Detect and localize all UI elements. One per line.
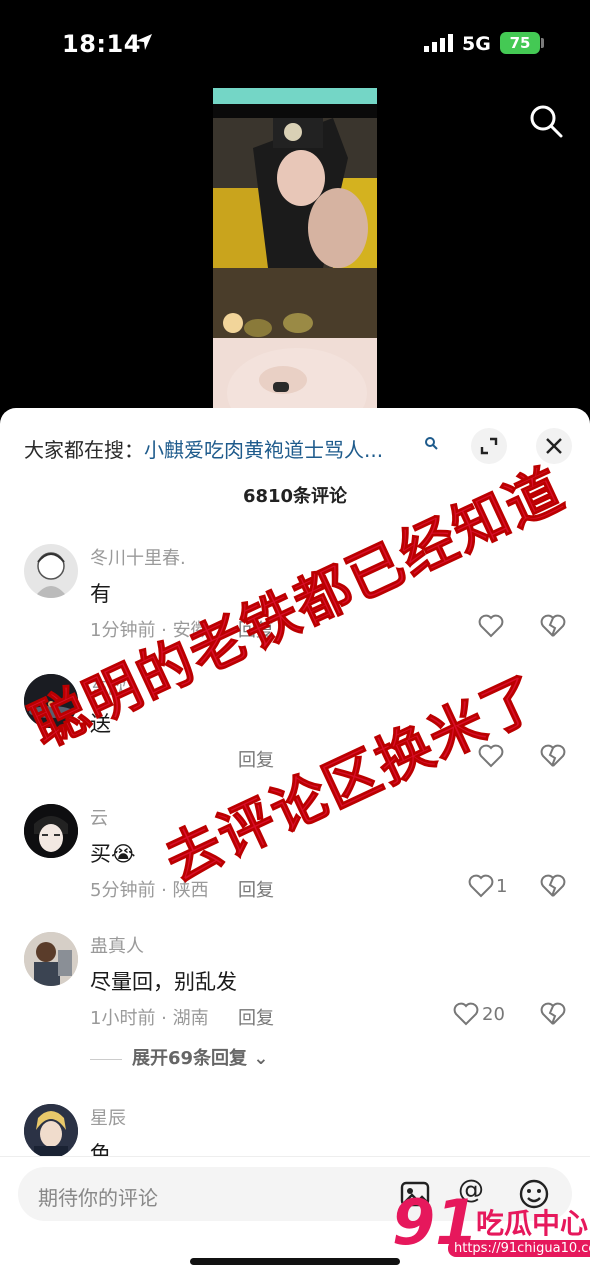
comment-meta: 1小时前 · 湖南 [90,1008,209,1029]
watermark-name: 吃瓜中心 [476,1207,589,1240]
broken-heart-icon[interactable] [540,744,566,768]
broken-heart-icon[interactable] [540,1002,566,1026]
search-icon[interactable] [527,102,565,140]
comment-text: 买😭 [90,842,136,866]
avatar[interactable] [24,674,78,728]
comment-meta: 1分钟前 · 安徽 [90,620,209,641]
fullscreen-button[interactable] [471,428,507,464]
reply-button[interactable]: 回复 [238,876,274,902]
heart-icon[interactable] [478,614,504,638]
comment-text: 送 [90,712,111,736]
battery-level: 75 [509,34,531,52]
comment-username[interactable]: 星辰 [90,1104,126,1130]
battery-cap [541,38,544,48]
close-button[interactable] [536,428,572,464]
home-indicator[interactable] [190,1258,400,1265]
watermark-logo: 91 吃瓜中心 https://91chigua10.com [392,1188,590,1268]
status-bar: 18:14 5G 75 [0,0,590,88]
comment-meta: 5分钟前 · 陕西 [90,880,209,901]
trending-query-link[interactable]: 小麒爱吃肉黄袍道士骂人... [144,438,383,462]
comment-text: 尽量回，别乱发 [90,970,237,994]
comment-count: 6810条评论 [242,486,348,507]
avatar[interactable] [24,544,78,598]
comment-username[interactable]: 蛊真人 [90,932,144,958]
video-frame-illustration [213,118,377,410]
expand-icon [480,437,498,455]
avatar[interactable] [24,932,78,986]
network-type: 5G [462,33,491,55]
like-count: 1 [496,876,508,897]
expand-replies-button[interactable]: 展开69条回复 ⌄ [90,1044,268,1070]
heart-icon[interactable] [478,744,504,768]
close-icon [546,438,562,454]
reply-button[interactable]: 回复 [238,616,274,642]
comment-item: 云 买😭 5分钟前 · 陕西 回复 1 [0,804,590,924]
trending-prefix: 大家都在搜： [24,438,144,462]
battery-icon: 75 [500,32,540,54]
broken-heart-icon[interactable] [540,874,566,898]
comment-username[interactable]: 东欧 [90,674,126,700]
signal-bars-icon [424,34,453,52]
expand-replies-label: 展开69条回复 [132,1048,248,1069]
comments-sheet: 大家都在搜：小麒爱吃肉黄袍道士骂人... 6810条评论 冬川十里春. 有 1分… [0,408,590,1280]
like-count: 20 [482,1004,505,1025]
comment-item: 冬川十里春. 有 1分钟前 · 安徽 回复 [0,544,590,664]
location-arrow-icon [136,34,152,50]
watermark-url: https://91chigua10.com [448,1240,590,1257]
comment-username[interactable]: 冬川十里春. [90,544,186,570]
chevron-down-icon: ⌄ [247,1048,269,1069]
status-time: 18:14 [62,30,141,58]
reply-button[interactable]: 回复 [238,1004,274,1030]
avatar[interactable] [24,1104,78,1158]
search-small-icon [425,437,438,450]
comment-input-placeholder: 期待你的评论 [38,1186,158,1210]
video-preview[interactable] [213,88,377,410]
avatar[interactable] [24,804,78,858]
screen: { "status_bar": {"time": "18:14", "netwo… [0,0,590,1280]
comment-text: 有 [90,582,111,606]
reply-button[interactable]: 回复 [238,746,274,772]
trending-search[interactable]: 大家都在搜：小麒爱吃肉黄袍道士骂人... [24,434,383,463]
comment-username[interactable]: 云 [90,804,108,830]
heart-icon[interactable] [468,874,494,898]
comment-item: 东欧 送 回复 [0,674,590,794]
comment-item: 蛊真人 尽量回，别乱发 1小时前 · 湖南 回复 20 [0,932,590,1052]
broken-heart-icon[interactable] [540,614,566,638]
heart-icon[interactable] [453,1002,479,1026]
